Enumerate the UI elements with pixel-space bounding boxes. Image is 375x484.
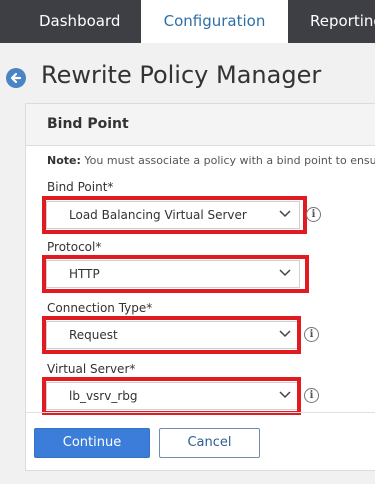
arrow-left-glyph <box>10 72 22 84</box>
connection-type-label: Connection Type* <box>47 301 153 315</box>
tab-configuration[interactable]: Configuration <box>141 0 288 43</box>
note-body: You must associate a policy with a bind … <box>84 154 375 167</box>
info-icon[interactable]: i <box>304 327 319 342</box>
note-text: Note: You must associate a policy with a… <box>47 154 375 167</box>
connection-type-select[interactable]: Request <box>46 321 300 349</box>
note-label: Note: <box>47 154 81 167</box>
divider <box>26 412 375 413</box>
continue-button[interactable]: Continue <box>34 428 150 458</box>
top-navigation: Dashboard Configuration Reporting <box>0 0 375 43</box>
bind-point-panel: Bind Point Note: You must associate a po… <box>25 103 375 471</box>
page-title: Rewrite Policy Manager <box>41 61 322 89</box>
connection-type-value: Request <box>69 328 118 342</box>
info-icon[interactable]: i <box>304 388 319 403</box>
virtual-server-value: lb_vsrv_rbg <box>69 389 138 403</box>
virtual-server-select[interactable]: lb_vsrv_rbg <box>46 382 300 410</box>
protocol-value: HTTP <box>69 267 100 281</box>
bind-point-value: Load Balancing Virtual Server <box>69 208 247 222</box>
bind-point-label: Bind Point* <box>47 180 114 194</box>
chevron-down-icon <box>279 330 291 338</box>
tab-dashboard[interactable]: Dashboard <box>39 0 120 43</box>
back-arrow-icon[interactable] <box>6 68 26 88</box>
chevron-down-icon <box>279 391 291 399</box>
chevron-down-icon <box>279 210 291 218</box>
virtual-server-label: Virtual Server* <box>47 362 136 376</box>
protocol-label: Protocol* <box>47 240 102 254</box>
bind-point-select[interactable]: Load Balancing Virtual Server <box>46 201 300 229</box>
chevron-down-icon <box>279 269 291 277</box>
panel-title: Bind Point <box>47 116 129 132</box>
protocol-select[interactable]: HTTP <box>46 260 300 288</box>
cancel-button[interactable]: Cancel <box>159 428 260 458</box>
panel-header: Bind Point <box>26 104 375 146</box>
tab-reporting[interactable]: Reporting <box>310 0 375 43</box>
info-icon[interactable]: i <box>306 207 321 222</box>
